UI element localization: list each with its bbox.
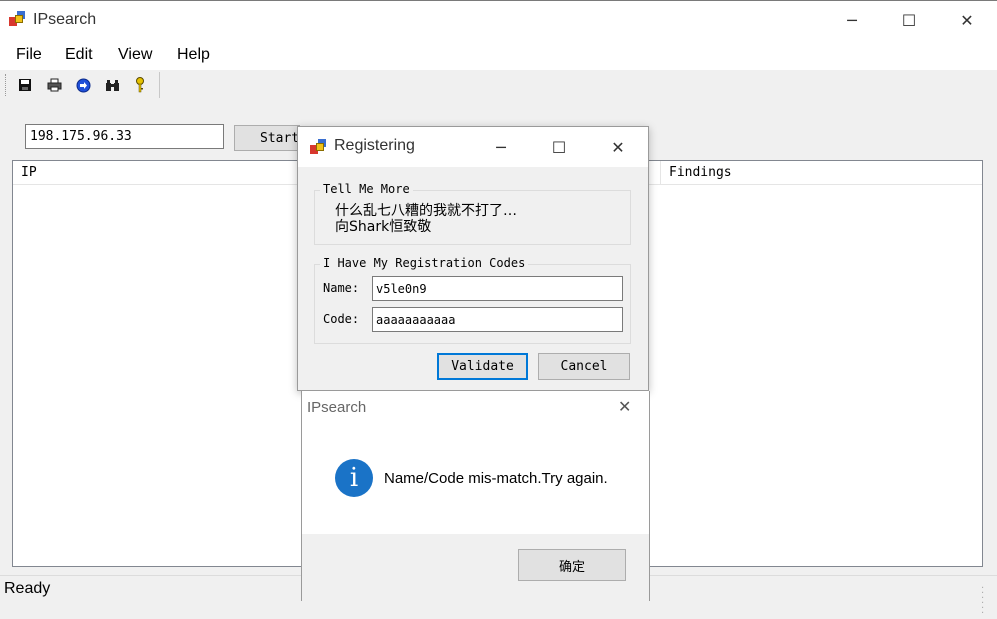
name-field[interactable]	[372, 276, 623, 301]
dialog-app-icon	[310, 139, 326, 155]
tell-me-more-legend: Tell Me More	[320, 182, 413, 196]
code-field[interactable]	[372, 307, 623, 332]
toolbar-separator	[159, 72, 160, 98]
main-titlebar[interactable]: IPsearch ─ ☐ ✕	[0, 0, 997, 38]
start-button[interactable]: Start	[234, 125, 300, 151]
minimize-button[interactable]: ─	[829, 1, 875, 39]
message-line-1: 什么乱七八糟的我就不打了…	[335, 203, 517, 219]
message-box-footer: 确定	[302, 534, 649, 601]
column-header-ip[interactable]: IP	[13, 161, 299, 185]
validate-button[interactable]: Validate	[437, 353, 528, 380]
menu-view[interactable]: View	[118, 46, 152, 64]
app-icon	[9, 11, 25, 27]
save-icon[interactable]	[14, 74, 36, 96]
message-box-close-button[interactable]: ✕	[618, 397, 631, 416]
registration-codes-legend: I Have My Registration Codes	[320, 256, 529, 270]
refresh-icon[interactable]	[72, 74, 94, 96]
column-header-findings[interactable]: Findings	[661, 161, 982, 185]
registering-dialog: Registering ─ ☐ ✕ Tell Me More 什么乱七八糟的我就…	[297, 126, 649, 391]
dialog-maximize-button[interactable]: ☐	[536, 127, 582, 167]
status-text: Ready	[4, 580, 51, 597]
dialog-title: Registering	[334, 137, 415, 154]
resize-grip[interactable]: · · · · · ·	[981, 584, 993, 619]
dialog-close-button[interactable]: ✕	[595, 127, 641, 167]
dialog-minimize-button[interactable]: ─	[478, 127, 524, 167]
message-text: Name/Code mis-match.Try again.	[384, 470, 608, 487]
menu-file[interactable]: File	[16, 46, 42, 64]
window-title: IPsearch	[33, 11, 97, 28]
menu-help[interactable]: Help	[177, 46, 210, 64]
code-label: Code:	[323, 312, 360, 326]
ip-input[interactable]	[25, 124, 224, 149]
message-box-title: IPsearch	[307, 399, 367, 416]
maximize-button[interactable]: ☐	[886, 1, 932, 39]
binoculars-icon[interactable]	[101, 74, 123, 96]
ok-button[interactable]: 确定	[518, 549, 626, 581]
key-icon[interactable]	[129, 74, 151, 96]
print-icon[interactable]	[43, 74, 65, 96]
message-box: IPsearch ✕ i Name/Code mis-match.Try aga…	[301, 391, 650, 601]
dialog-titlebar[interactable]: Registering ─ ☐ ✕	[298, 127, 648, 167]
cancel-button[interactable]: Cancel	[538, 353, 630, 380]
name-label: Name:	[323, 281, 360, 295]
menubar: File Edit View Help	[0, 38, 997, 70]
toolbar-grip[interactable]	[5, 74, 8, 96]
close-button[interactable]: ✕	[944, 1, 990, 39]
info-icon: i	[335, 459, 373, 497]
message-line-2: 向Shark恒致敬	[335, 219, 432, 235]
menu-edit[interactable]: Edit	[65, 46, 93, 64]
